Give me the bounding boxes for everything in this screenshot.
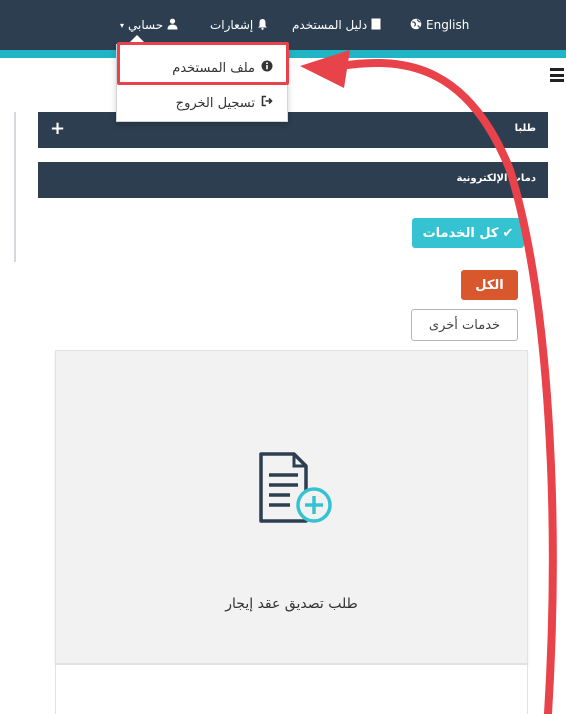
eservices-panel-label: دمات الإلكترونية bbox=[456, 173, 536, 184]
document-add-icon bbox=[256, 449, 336, 533]
menu-toggle-icon[interactable] bbox=[550, 68, 564, 82]
all-services-button[interactable]: ✔ كل الخدمات bbox=[412, 218, 524, 248]
all-services-label: كل الخدمات bbox=[422, 225, 499, 241]
user-guide-label: دليل المستخدم bbox=[292, 18, 368, 32]
chevron-down-icon: ▾ bbox=[120, 20, 125, 30]
all-category-label: الكل bbox=[475, 277, 504, 293]
other-services-label: خدمات أخرى bbox=[428, 317, 501, 333]
my-account-label: حسابي bbox=[128, 18, 164, 32]
book-icon bbox=[371, 18, 381, 33]
service-card-title: طلب تصديق عقد إيجار bbox=[225, 596, 358, 612]
annotation-highlight-box bbox=[117, 42, 289, 85]
user-icon bbox=[167, 18, 178, 33]
bell-icon bbox=[257, 18, 268, 33]
requests-panel-header[interactable]: طلبا + bbox=[38, 112, 548, 148]
all-category-button[interactable]: الكل bbox=[461, 270, 518, 300]
requests-panel-label: طلبا bbox=[514, 123, 536, 134]
language-link[interactable]: English bbox=[410, 0, 469, 50]
other-services-button[interactable]: خدمات أخرى bbox=[411, 309, 518, 341]
language-label: English bbox=[426, 18, 470, 32]
left-scroll-rule bbox=[14, 112, 16, 262]
logout-menu-item[interactable]: تسجيل الخروج bbox=[117, 88, 287, 118]
service-card[interactable] bbox=[55, 664, 528, 714]
logout-label: تسجيل الخروج bbox=[175, 95, 255, 111]
globe-icon bbox=[410, 18, 422, 33]
eservices-panel-header[interactable]: دمات الإلكترونية bbox=[38, 162, 548, 198]
plus-icon[interactable]: + bbox=[50, 118, 65, 139]
notifications-label: إشعارات bbox=[210, 18, 254, 32]
user-guide-link[interactable]: دليل المستخدم bbox=[292, 0, 381, 50]
service-card[interactable]: طلب تصديق عقد إيجار bbox=[55, 350, 528, 664]
sign-out-icon bbox=[261, 95, 273, 111]
check-icon: ✔ bbox=[502, 225, 514, 241]
